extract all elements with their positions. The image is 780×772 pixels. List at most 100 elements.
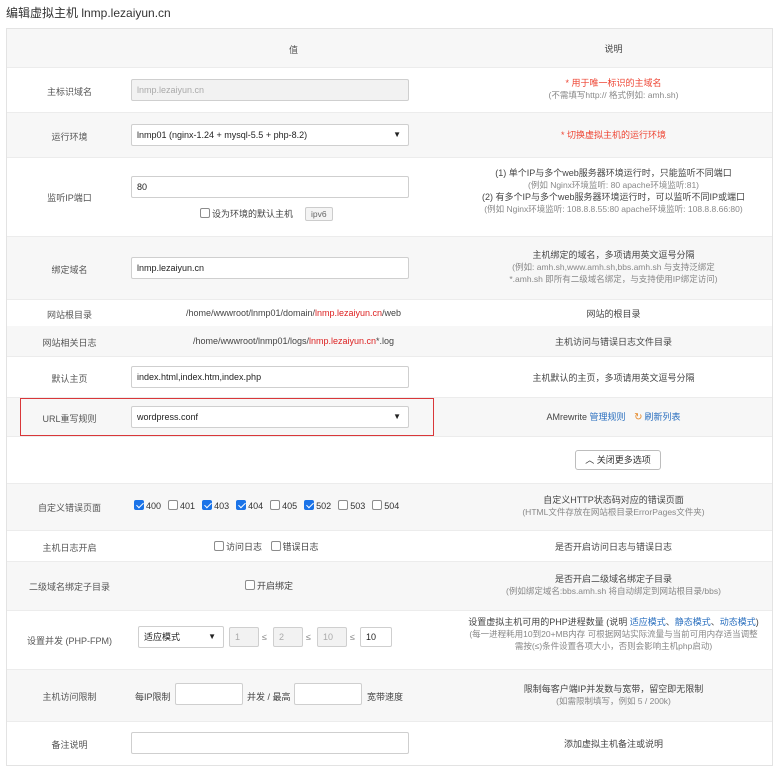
- close-more-options-button[interactable]: ︿ 关闭更多选项: [575, 450, 661, 470]
- port-desc-2: (例如 Nginx环境监听: 80 apache环境监听:81): [528, 180, 699, 190]
- main-domain-label: 主标识域名: [46, 87, 92, 97]
- error-code-label: 401: [180, 501, 196, 511]
- vhost-edit-panel: 值 说明 主标识域名 lnmp.lezaiyun.cn * 用于唯一标识的主域名…: [6, 28, 773, 766]
- concurrency-limit-input[interactable]: [175, 683, 243, 705]
- rewrite-desc: AMrewrite 管理规则 ↻ 刷新列表: [455, 411, 772, 424]
- fpm-desc-3: 需按(≤)条件设置各项大小，否则会影响主机php启动): [514, 641, 713, 651]
- error-code-option[interactable]: 401: [168, 500, 196, 511]
- row-subdomain-dir: 二级域名绑定子目录 开启绑定 是否开启二级域名绑定子目录 (例如绑定域名:bbs…: [7, 562, 772, 610]
- note-input[interactable]: [131, 732, 409, 754]
- subdir-label: 二级域名绑定子目录: [28, 582, 110, 592]
- web-root-label: 网站根目录: [46, 310, 92, 320]
- access-log-label: 访问日志: [226, 542, 263, 552]
- header-value: 值: [288, 45, 298, 55]
- error-code-option[interactable]: 405: [270, 500, 298, 511]
- error-code-option[interactable]: 403: [202, 500, 229, 511]
- rewrite-desc-pre: AMrewrite: [546, 412, 588, 422]
- note-desc: 添加虚拟主机备注或说明: [563, 739, 663, 749]
- error-code-checkbox[interactable]: [168, 500, 179, 510]
- port-desc-1: (1) 单个IP与多个web服务器环境运行时，只能监听不同端口: [495, 168, 732, 178]
- limit-desc-2: (如需限制填写，例如 5 / 200k): [556, 696, 671, 706]
- default-host-option[interactable]: 设为环境的默认主机 ipv6: [200, 207, 333, 221]
- refresh-list-link[interactable]: 刷新列表: [644, 412, 680, 422]
- error-code-option[interactable]: 404: [236, 500, 264, 511]
- error-code-checkbox[interactable]: [304, 500, 315, 510]
- row-note: 备注说明 添加虚拟主机备注或说明: [7, 722, 772, 765]
- error-code-label: 404: [248, 501, 264, 511]
- env-select-value: lnmp01 (nginx-1.24 + mysql-5.5 + php-8.2…: [137, 130, 308, 140]
- error-code-option[interactable]: 400: [134, 500, 162, 511]
- close-more-options-label: 关闭更多选项: [596, 455, 651, 465]
- errpage-label: 自定义错误页面: [37, 503, 101, 513]
- access-log-checkbox[interactable]: [214, 541, 224, 551]
- fpm-max-spare-input[interactable]: 10: [317, 627, 347, 647]
- error-code-option[interactable]: 503: [338, 500, 365, 511]
- error-code-checkbox[interactable]: [372, 500, 383, 510]
- error-code-option[interactable]: 502: [304, 500, 332, 511]
- index-input[interactable]: index.html,index.htm,index.php: [131, 366, 409, 388]
- dynamic-mode-link[interactable]: 动态模式: [720, 617, 756, 627]
- limit-desc: 限制每客户端IP并发数与宽带，留空即无限制 (如需限制填写，例如 5 / 200…: [455, 683, 772, 707]
- error-code-checkbox[interactable]: [202, 500, 213, 510]
- fpm-desc-2: (每一进程耗用10到20+MB内存 可根据网站实际流量与当前可用内存适当调整: [469, 629, 758, 639]
- refresh-icon: ↻: [634, 412, 643, 423]
- adaptive-mode-link[interactable]: 适应模式: [630, 617, 666, 627]
- web-root-path-pre: /home/wwwroot/lnmp01/domain/: [185, 308, 315, 318]
- row-env: 运行环境 lnmp01 (nginx-1.24 + mysql-5.5 + ph…: [7, 113, 772, 157]
- main-domain-desc: * 用于唯一标识的主域名 (不需填写http:// 格式例如: amh.sh): [455, 77, 772, 101]
- manage-rules-link[interactable]: 管理规则: [590, 412, 626, 422]
- access-log-option[interactable]: 访问日志: [214, 541, 263, 552]
- fpm-mode-value: 适应模式: [144, 632, 181, 642]
- le-sign-3: ≤: [350, 632, 355, 642]
- web-root-path: /home/wwwroot/lnmp01/domain/lnmp.lezaiyu…: [132, 308, 455, 318]
- static-mode-link[interactable]: 静态模式: [675, 617, 711, 627]
- env-select[interactable]: lnmp01 (nginx-1.24 + mysql-5.5 + php-8.2…: [131, 124, 409, 146]
- fpm-start-input[interactable]: 2: [273, 627, 303, 647]
- header-desc: 说明: [604, 44, 623, 54]
- env-desc: * 切换虚拟主机的运行环境: [560, 130, 666, 140]
- bind-desc-1: 主机绑定的域名，多项请用英文逗号分隔: [532, 250, 695, 260]
- error-code-label: 400: [146, 501, 162, 511]
- subdir-desc-1: 是否开启二级域名绑定子目录: [554, 574, 672, 584]
- env-label: 运行环境: [51, 132, 88, 142]
- fpm-mode-select[interactable]: 适应模式 ▼: [138, 626, 224, 648]
- error-log-option[interactable]: 错误日志: [270, 541, 319, 552]
- bandwidth-label: 宽带速度: [367, 692, 404, 702]
- index-desc: 主机默认的主页，多项请用英文逗号分隔: [532, 373, 695, 383]
- default-host-checkbox[interactable]: [200, 208, 210, 218]
- fpm-sep-1: 、: [665, 617, 675, 627]
- page-title: 编辑虚拟主机 lnmp.lezaiyun.cn: [6, 6, 171, 20]
- note-label: 备注说明: [51, 740, 88, 750]
- error-code-checkbox[interactable]: [236, 500, 247, 510]
- bind-domain-input[interactable]: lnmp.lezaiyun.cn: [131, 257, 409, 279]
- error-code-checkbox[interactable]: [338, 500, 349, 510]
- port-desc-3: (2) 有多个IP与多个web服务器环境运行时，可以监听不同IP或端口: [481, 192, 746, 202]
- subdir-desc: 是否开启二级域名绑定子目录 (例如绑定域名:bbs.amh.sh 将自动绑定到网…: [455, 573, 772, 597]
- bind-domain-label: 绑定域名: [51, 265, 88, 275]
- ipv6-button[interactable]: ipv6: [305, 207, 333, 221]
- error-code-label: 502: [316, 501, 332, 511]
- subdir-option[interactable]: 开启绑定: [245, 579, 293, 592]
- error-code-label: 405: [282, 501, 298, 511]
- row-web-log: 网站相关日志 /home/wwwroot/lnmp01/logs/lnmp.le…: [7, 326, 772, 356]
- le-sign-1: ≤: [262, 632, 267, 642]
- error-code-option[interactable]: 504: [372, 500, 399, 511]
- main-domain-input[interactable]: lnmp.lezaiyun.cn: [131, 79, 409, 101]
- port-desc: (1) 单个IP与多个web服务器环境运行时，只能监听不同端口 (例如 Ngin…: [455, 167, 772, 215]
- port-input[interactable]: 80: [131, 176, 409, 198]
- hostlog-label: 主机日志开启: [42, 543, 97, 553]
- error-log-checkbox[interactable]: [270, 541, 281, 551]
- concurrency-max-label: 并发 / 最高: [247, 692, 291, 702]
- error-code-checkbox[interactable]: [134, 500, 144, 510]
- error-code-checkbox[interactable]: [270, 500, 281, 510]
- row-error-pages: 自定义错误页面 400 401 403 404 405 502 503 504 自定义HTTP…: [7, 484, 772, 530]
- row-main-domain: 主标识域名 lnmp.lezaiyun.cn * 用于唯一标识的主域名 (不需填…: [7, 68, 772, 112]
- hostlog-desc: 是否开启访问日志与错误日志: [554, 542, 672, 552]
- chevron-up-icon: ︿: [585, 455, 595, 465]
- bandwidth-limit-input[interactable]: [294, 683, 362, 705]
- errpage-desc-1: 自定义HTTP状态码对应的错误页面: [543, 495, 684, 505]
- subdir-checkbox[interactable]: [245, 580, 255, 590]
- limit-label: 主机访问限制: [42, 692, 97, 702]
- fpm-max-children-input[interactable]: 10: [360, 627, 392, 647]
- fpm-min-spare-input[interactable]: 1: [229, 627, 259, 647]
